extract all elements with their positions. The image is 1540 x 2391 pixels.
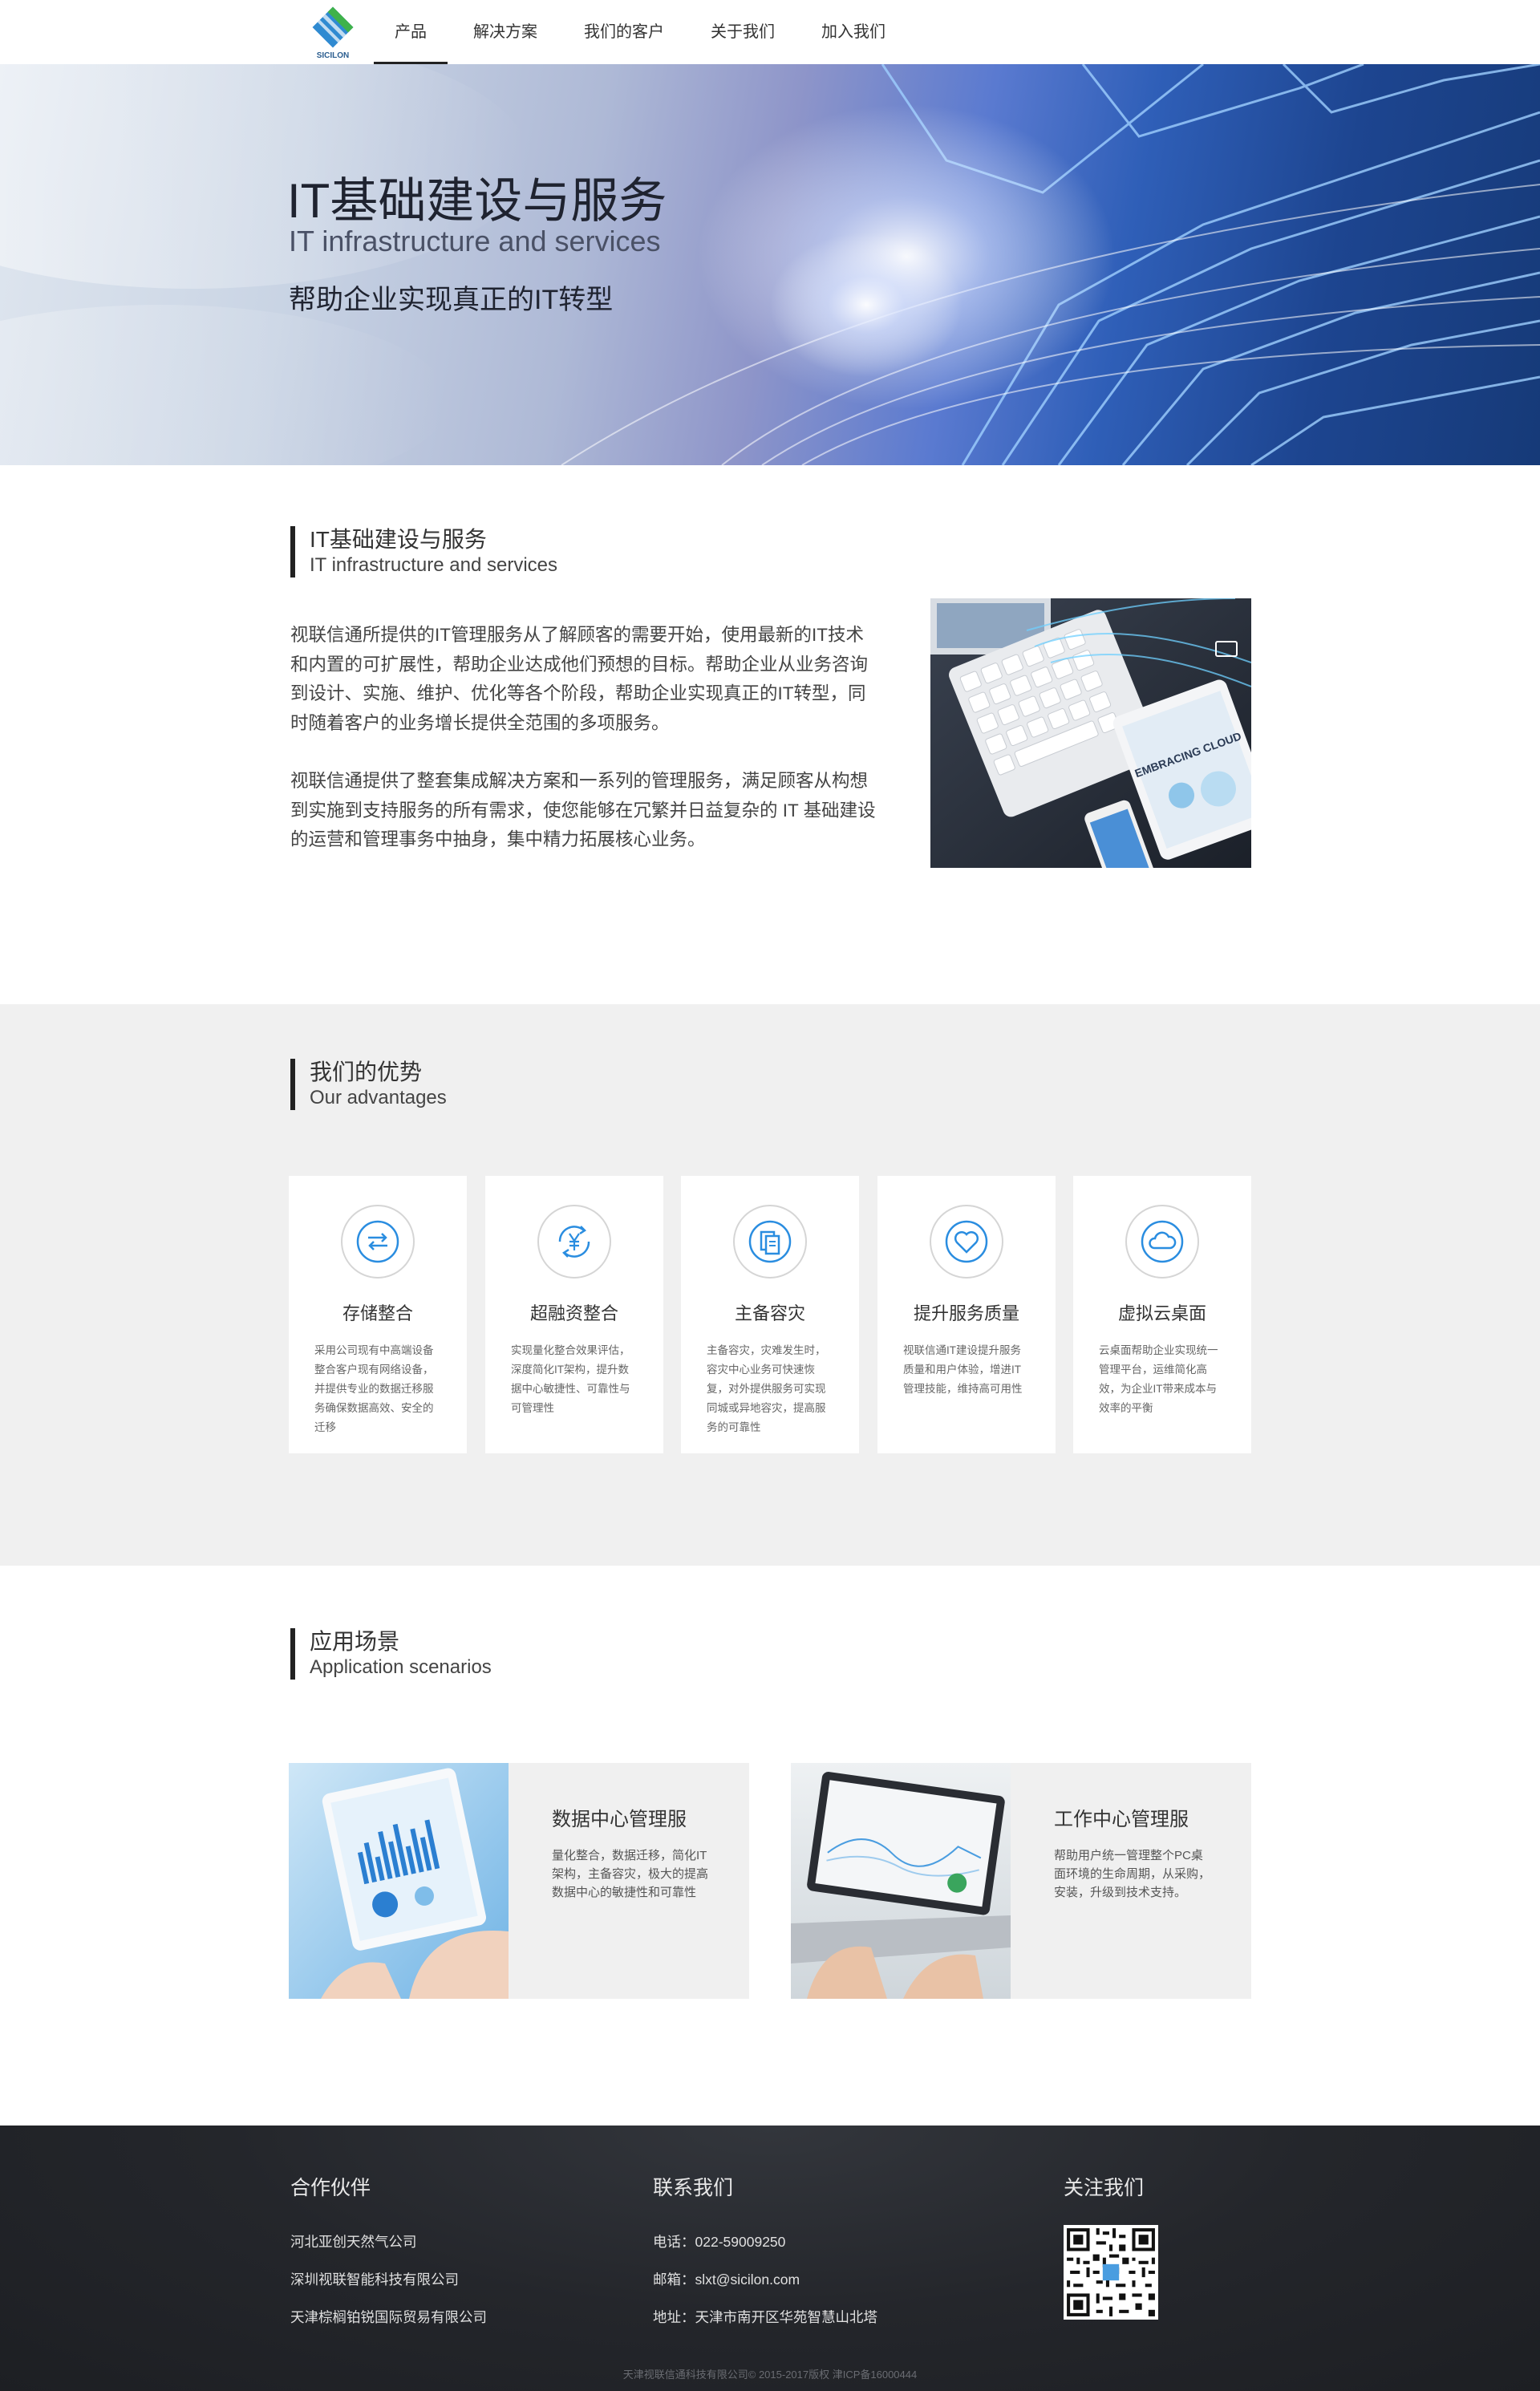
scenarios-heading-zh: 应用场景 (310, 1629, 400, 1654)
advantage-title: 超融资整合 (529, 1303, 618, 1323)
partner-link[interactable]: 天津棕榈铂锐国际贸易有限公司 (290, 2299, 487, 2336)
partners-list: 河北亚创天然气公司 深圳视联智能科技有限公司 天津棕榈铂锐国际贸易有限公司 (290, 2223, 487, 2336)
copyright-text: 天津视联信通科技有限公司© 2015-2017版权 津ICP备16000444 (622, 2369, 918, 2381)
scenarios-heading: 应用场景 Application scenarios (290, 1628, 492, 1680)
intro-paragraph: 视联信通提供了整套集成解决方案和一系列的管理服务，满足顾客从构想到实施到支持服务… (290, 771, 876, 849)
advantages-heading: 我们的优势 Our advantages (290, 1059, 447, 1110)
nav-item[interactable]: 我们的客户 (563, 0, 685, 64)
company-logo[interactable]: SICILON (305, 6, 361, 61)
nav-item[interactable]: 产品 (374, 0, 448, 64)
advantage-desc: 采用公司现有中高端设备整合客户现有网络设备，并提供专业的数据迁移服务确保数据高效… (314, 1344, 434, 1433)
logo-text: SICILON (317, 51, 350, 60)
hero-banner: IT基础建设与服务 IT infrastructure and services… (0, 64, 1540, 465)
transfer-arrows-icon (341, 1205, 415, 1279)
advantage-desc: 主备容灾，灾难发生时，容灾中心业务可快速恢复，对外提供服务可实现同城或异地容灾，… (707, 1344, 826, 1433)
hero-tagline: 帮助企业实现真正的IT转型 (289, 285, 614, 315)
contact-list: 电话：022-59009250 邮箱：slxt@sicilon.com 地址：天… (653, 2223, 877, 2336)
file-backup-icon (733, 1205, 807, 1279)
tablet-chart-image (289, 1763, 509, 1999)
partner-link[interactable]: 深圳视联智能科技有限公司 (290, 2261, 487, 2299)
advantage-desc: 实现量化整合效果评估，深度简化IT架构，提升数据中心敏捷性、可靠性与可管理性 (511, 1344, 630, 1414)
nav-item[interactable]: 解决方案 (452, 0, 558, 64)
advantage-title: 主备容灾 (734, 1303, 805, 1323)
heart-icon (930, 1205, 1003, 1279)
follow-title: 关注我们 (1064, 2177, 1145, 2199)
advantage-card[interactable]: 主备容灾 主备容灾，灾难发生时，容灾中心业务可快速恢复，对外提供服务可实现同城或… (681, 1176, 859, 1453)
advantage-title: 虚拟云桌面 (1117, 1303, 1206, 1323)
advantage-card[interactable]: 虚拟云桌面 云桌面帮助企业实现统一管理平台，运维简化高效，为企业IT带来成本与效… (1073, 1176, 1251, 1453)
advantage-title: 存储整合 (342, 1303, 413, 1323)
hero-subtitle: IT infrastructure and services (289, 225, 661, 257)
intro-heading-en: IT infrastructure and services (310, 554, 558, 576)
intro-paragraph: 视联信通所提供的IT管理服务从了解顾客的需要开始，使用最新的IT技术和内置的可扩… (290, 625, 869, 733)
advantage-desc: 视联信通IT建设提升服务质量和用户体验，增进IT管理技能，维持高可用性 (903, 1344, 1023, 1395)
intro-heading-zh: IT基础建设与服务 (310, 527, 487, 552)
cloud-icon (1125, 1205, 1199, 1279)
laptop-dashboard-image (791, 1763, 1011, 1999)
main-menu: 产品 解决方案 我们的客户 关于我们 加入我们 (374, 0, 911, 64)
top-navbar: SICILON 产品 解决方案 我们的客户 关于我们 加入我们 (0, 0, 1540, 64)
advantage-desc: 云桌面帮助企业实现统一管理平台，运维简化高效，为企业IT带来成本与效率的平衡 (1099, 1344, 1218, 1414)
scenario-title: 数据中心管理服 (552, 1809, 687, 1830)
contact-address: 地址：天津市南开区华苑智慧山北塔 (653, 2309, 877, 2325)
contact-title: 联系我们 (653, 2177, 734, 2199)
advantage-card[interactable]: 存储整合 采用公司现有中高端设备整合客户现有网络设备，并提供专业的数据迁移服务确… (289, 1176, 467, 1453)
intro-heading: IT基础建设与服务 IT infrastructure and services (290, 526, 557, 577)
advantage-card[interactable]: 提升服务质量 视联信通IT建设提升服务质量和用户体验，增进IT管理技能，维持高可… (877, 1176, 1056, 1453)
advantages-heading-en: Our advantages (310, 1087, 447, 1108)
scenario-desc: 帮助用户统一管理整个PC桌面环境的生命周期，从采购，安装，升级到技术支持。 (1054, 1849, 1211, 1899)
intro-text: 视联信通所提供的IT管理服务从了解顾客的需要开始，使用最新的IT技术和内置的可扩… (290, 621, 876, 884)
footer: 合作伙伴 河北亚创天然气公司 深圳视联智能科技有限公司 天津棕榈铂锐国际贸易有限… (0, 2126, 1540, 2391)
hero-title: IT基础建设与服务 (287, 174, 667, 228)
partners-title: 合作伙伴 (290, 2177, 371, 2199)
scenario-desc: 量化整合，数据迁移，简化IT架构，主备容灾，极大的提高数据中心的敏捷性和可靠性 (552, 1849, 709, 1899)
hero-background-graphic (0, 64, 1540, 465)
advantage-title: 提升服务质量 (913, 1303, 1019, 1323)
advantage-card[interactable]: 超融资整合 实现量化整合效果评估，深度简化IT架构，提升数据中心敏捷性、可靠性与… (485, 1176, 663, 1453)
advantages-heading-zh: 我们的优势 (310, 1060, 423, 1084)
nav-item[interactable]: 关于我们 (690, 0, 796, 64)
contact-email[interactable]: 邮箱：slxt@sicilon.com (653, 2261, 877, 2299)
scenario-card[interactable]: 数据中心管理服 量化整合，数据迁移，简化IT架构，主备容灾，极大的提高数据中心的… (289, 1763, 749, 1999)
scenario-title: 工作中心管理服 (1054, 1809, 1189, 1830)
partner-link[interactable]: 河北亚创天然气公司 (290, 2223, 487, 2261)
devices-cloud-image: EMBRACING CLOUD (930, 598, 1251, 868)
contact-phone: 电话：022-59009250 (653, 2234, 786, 2250)
scenarios-heading-en: Application scenarios (310, 1656, 492, 1678)
qr-code (1064, 2225, 1158, 2320)
yuan-cycle-icon (537, 1205, 611, 1279)
nav-item[interactable]: 加入我们 (800, 0, 906, 64)
scenario-card[interactable]: 工作中心管理服 帮助用户统一管理整个PC桌面环境的生命周期，从采购，安装，升级到… (791, 1763, 1251, 1999)
